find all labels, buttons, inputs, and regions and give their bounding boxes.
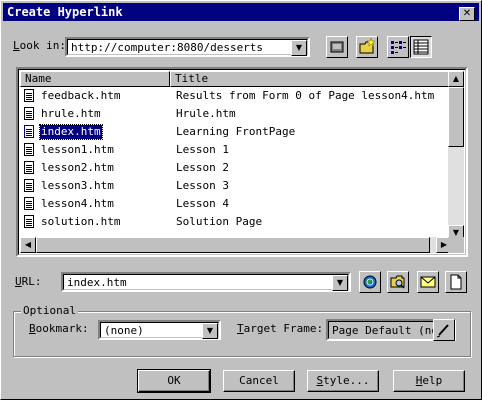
page-icon — [24, 215, 34, 228]
file-name: lesson1.htm — [41, 143, 114, 156]
list-view-button[interactable] — [387, 36, 409, 58]
optional-group-label: Optional — [21, 303, 78, 319]
bookmark-dropdown-button[interactable]: ▼ — [202, 323, 218, 339]
browse-file-icon — [390, 275, 405, 289]
url-value: index.htm — [67, 276, 127, 289]
list-item-selected[interactable]: index.htm Learning FrontPage — [20, 123, 452, 141]
horizontal-scrollbar[interactable]: ◀ ▶ — [20, 237, 452, 253]
target-frame-edit-button[interactable] — [433, 319, 455, 341]
file-name: hrule.htm — [41, 107, 101, 120]
chevron-down-icon: ▼ — [206, 326, 214, 335]
target-frame-label: Target Frame: — [237, 322, 324, 335]
bookmark-label: Bookmark: — [29, 322, 89, 335]
chevron-left-icon: ◀ — [24, 240, 32, 249]
list-item[interactable]: solution.htm Solution Page — [20, 213, 452, 231]
file-title: Lesson 3 — [176, 179, 229, 192]
file-name: lesson3.htm — [41, 179, 114, 192]
horizontal-scroll-thumb[interactable] — [36, 237, 430, 253]
style-button[interactable]: Style... — [307, 370, 379, 392]
file-name: solution.htm — [41, 215, 121, 228]
chevron-down-icon: ▼ — [452, 228, 460, 237]
url-label: URL: — [15, 275, 42, 288]
file-name: lesson2.htm — [41, 161, 114, 174]
bookmark-value: (none) — [104, 324, 144, 337]
help-button[interactable]: Help — [393, 370, 465, 392]
close-icon: ✕ — [462, 8, 472, 19]
column-header-name[interactable]: Name — [20, 71, 170, 87]
browse-web-icon — [363, 275, 377, 289]
chevron-down-icon: ▼ — [336, 278, 344, 287]
browse-file-button[interactable] — [387, 271, 409, 293]
file-list[interactable]: Name Title feedback.htm Results from For… — [16, 67, 468, 257]
file-title: Lesson 1 — [176, 143, 229, 156]
list-view-icon — [391, 41, 406, 54]
url-combo[interactable]: index.htm ▼ — [61, 272, 351, 292]
cancel-button[interactable]: Cancel — [223, 370, 295, 392]
file-name: lesson4.htm — [41, 197, 114, 210]
page-icon — [24, 107, 34, 120]
list-item[interactable]: feedback.htm Results from Form 0 of Page… — [20, 87, 452, 105]
email-icon — [420, 276, 436, 288]
new-folder-button[interactable] — [356, 36, 378, 58]
bookmark-combo[interactable]: (none) ▼ — [98, 320, 221, 340]
list-item[interactable]: lesson1.htm Lesson 1 — [20, 141, 452, 159]
create-hyperlink-dialog: Create Hyperlink ✕ Look in: http://compu… — [0, 0, 482, 400]
file-title: Lesson 2 — [176, 161, 229, 174]
details-view-button[interactable] — [410, 36, 432, 58]
vertical-scroll-thumb[interactable] — [448, 87, 464, 147]
column-header-title[interactable]: Title — [170, 71, 452, 87]
web-browse-icon — [330, 41, 344, 53]
details-view-icon — [413, 39, 429, 55]
list-item[interactable]: lesson4.htm Lesson 4 — [20, 195, 452, 213]
list-item[interactable]: hrule.htm Hrule.htm — [20, 105, 452, 123]
page-icon — [24, 179, 34, 192]
chevron-up-icon: ▲ — [452, 74, 460, 83]
look-in-label: Look in: — [13, 39, 66, 52]
dialog-title: Create Hyperlink — [7, 5, 123, 19]
close-button[interactable]: ✕ — [459, 7, 475, 21]
file-title: Lesson 4 — [176, 197, 229, 210]
look-in-value: http://computer:8080/desserts — [71, 41, 264, 54]
chevron-right-icon: ▶ — [440, 240, 448, 249]
look-in-dropdown-button[interactable]: ▼ — [291, 40, 307, 56]
new-folder-icon — [359, 37, 376, 54]
look-in-combo[interactable]: http://computer:8080/desserts ▼ — [65, 37, 310, 57]
target-frame-value: Page Default (non — [332, 324, 445, 337]
scroll-up-button[interactable]: ▲ — [448, 71, 464, 87]
page-icon — [24, 161, 34, 174]
file-title: Solution Page — [176, 215, 263, 228]
pencil-icon — [436, 324, 449, 338]
file-title: Results from Form 0 of Page lesson4.htm — [176, 89, 435, 102]
scroll-left-button[interactable]: ◀ — [20, 237, 36, 253]
vertical-scrollbar[interactable]: ▲ ▼ — [448, 71, 464, 241]
url-dropdown-button[interactable]: ▼ — [332, 275, 348, 291]
page-icon — [24, 125, 34, 138]
browse-web-button[interactable] — [359, 271, 381, 293]
file-title: Hrule.htm — [176, 107, 236, 120]
page-icon — [24, 197, 34, 210]
new-page-button[interactable] — [445, 271, 467, 293]
page-icon — [24, 89, 34, 102]
file-name: index.htm — [39, 124, 103, 140]
title-bar: Create Hyperlink ✕ — [3, 3, 479, 21]
web-browse-button[interactable] — [326, 36, 348, 58]
email-button[interactable] — [417, 271, 439, 293]
chevron-down-icon: ▼ — [295, 43, 303, 52]
list-item[interactable]: lesson3.htm Lesson 3 — [20, 177, 452, 195]
new-page-icon — [450, 274, 462, 290]
file-title: Learning FrontPage — [176, 125, 296, 138]
page-icon — [24, 143, 34, 156]
ok-button[interactable]: OK — [137, 369, 211, 393]
scroll-corner — [448, 237, 464, 253]
file-name: feedback.htm — [41, 89, 121, 102]
list-item[interactable]: lesson2.htm Lesson 2 — [20, 159, 452, 177]
